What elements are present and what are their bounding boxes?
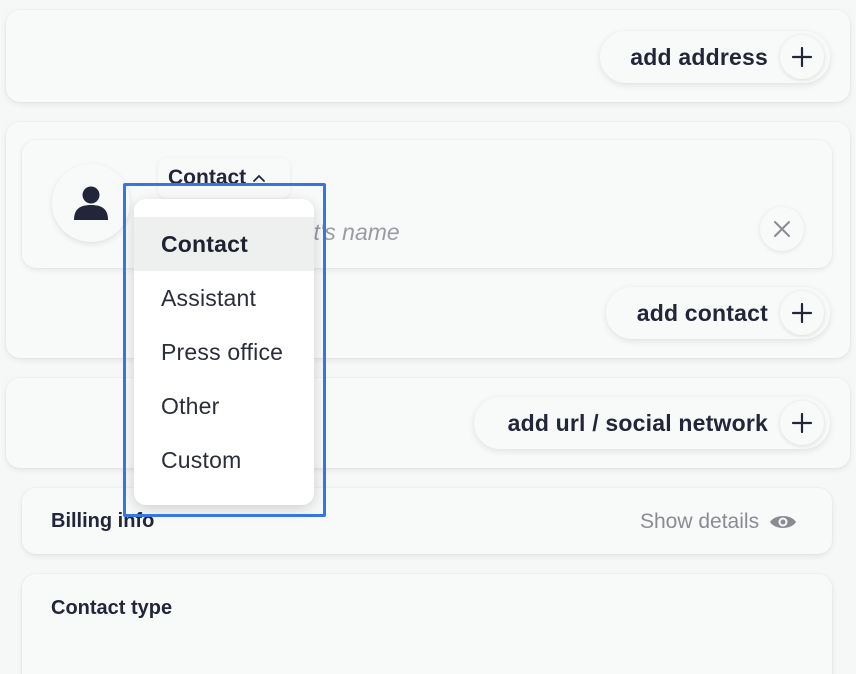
- plus-icon: [780, 35, 824, 79]
- close-icon: [774, 221, 790, 237]
- contact-type-label: Contact: [168, 166, 247, 189]
- dropdown-option-contact[interactable]: Contact: [134, 217, 314, 271]
- contact-type-card: [22, 574, 832, 674]
- contact-form: add address Contact add contact add url …: [0, 0, 856, 674]
- clear-contact-button[interactable]: [760, 207, 804, 251]
- add-url-button[interactable]: add url / social network: [474, 397, 830, 449]
- show-details-toggle[interactable]: Show details: [640, 506, 797, 538]
- dropdown-option-press-office[interactable]: Press office: [134, 325, 314, 379]
- add-contact-label: add contact: [636, 299, 768, 326]
- dropdown-option-custom[interactable]: Custom: [134, 433, 314, 487]
- add-address-button[interactable]: add address: [600, 31, 830, 83]
- contact-type-selector[interactable]: Contact: [158, 158, 290, 198]
- contact-type-dropdown: Contact Assistant Press office Other Cus…: [134, 199, 314, 505]
- dropdown-option-assistant[interactable]: Assistant: [134, 271, 314, 325]
- add-contact-button[interactable]: add contact: [606, 287, 830, 339]
- add-url-label: add url / social network: [507, 409, 768, 436]
- add-address-label: add address: [630, 43, 768, 70]
- contact-type-title: Contact type: [51, 597, 173, 619]
- dropdown-option-other[interactable]: Other: [134, 379, 314, 433]
- plus-icon: [780, 291, 824, 335]
- person-icon: [52, 164, 130, 242]
- eye-icon: [770, 516, 797, 528]
- plus-icon: [780, 401, 824, 445]
- chevron-up-icon: [253, 174, 266, 182]
- billing-title: Billing info: [51, 510, 155, 532]
- show-details-label: Show details: [640, 510, 760, 533]
